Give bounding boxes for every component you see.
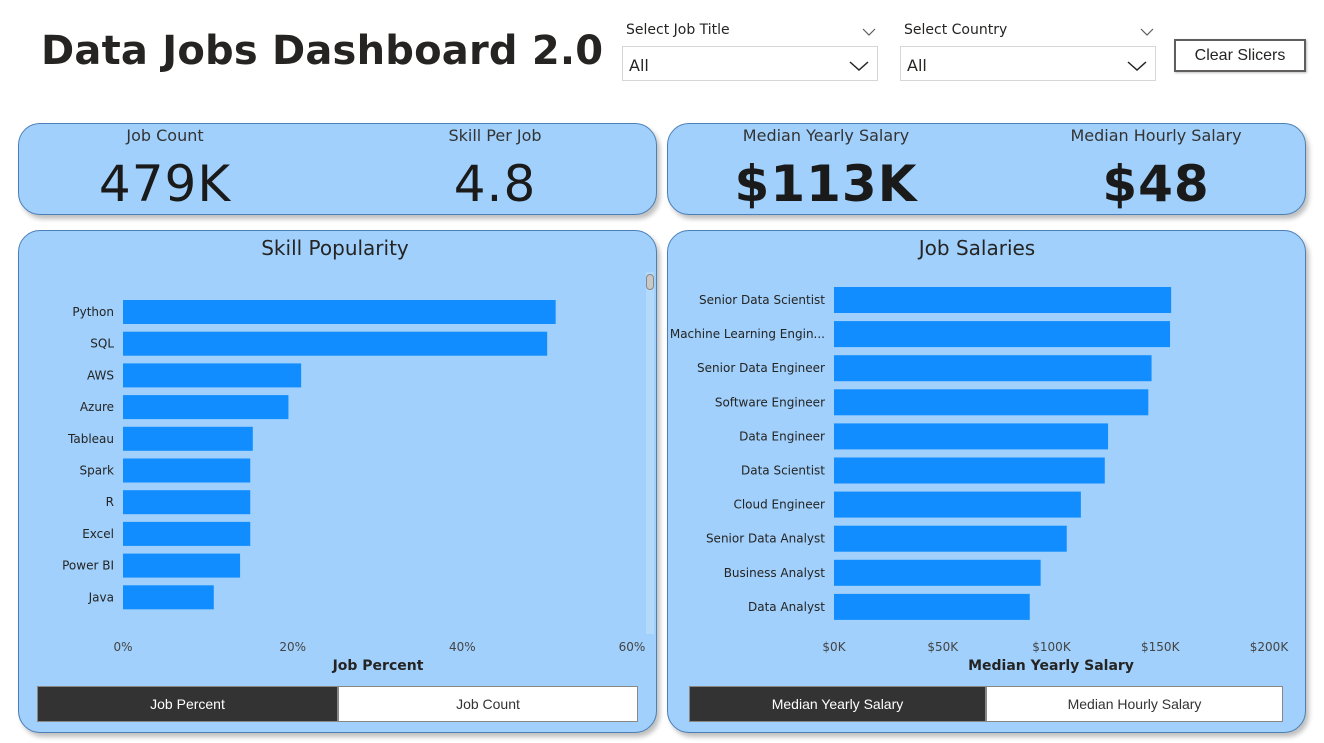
skill-per-job-label: Skill Per Job [448,126,542,145]
skill-per-job-value: 4.8 [453,155,537,213]
job-count-toggle[interactable]: Job Count [338,686,638,722]
job-count-label: Job Count [126,126,204,145]
chevron-down-icon [1127,57,1147,76]
country-dropdown-value: All [907,56,927,75]
job-title-slicer-label: Select Job Title [626,22,730,38]
job-salaries-title: Job Salaries [918,236,1036,260]
job-salaries-card [667,230,1306,733]
chevron-down-icon [849,57,869,76]
kpi-card-jobs: Job Count 479K Skill Per Job 4.8 [18,123,657,215]
kpi-card-salary: Median Yearly Salary $113K Median Hourly… [667,123,1306,215]
median-hourly-salary-label: Median Hourly Salary [1070,126,1242,145]
country-slicer-label: Select Country [904,22,1008,38]
job-title-slicer: Select Job Title All [622,20,880,82]
job-title-dropdown[interactable]: All [622,46,878,81]
job-percent-toggle[interactable]: Job Percent [37,686,338,722]
median-yearly-salary-value: $113K [734,155,918,213]
skill-chart-scrollbar-thumb[interactable] [646,274,654,290]
median-yearly-salary-label: Median Yearly Salary [742,126,910,145]
dashboard-title: Data Jobs Dashboard 2.0 [41,28,604,74]
median-hourly-salary-toggle[interactable]: Median Hourly Salary [986,686,1283,722]
median-yearly-salary-toggle[interactable]: Median Yearly Salary [689,686,986,722]
clear-slicers-button[interactable]: Clear Slicers [1174,39,1306,72]
chevron-down-icon[interactable] [862,22,876,41]
country-dropdown[interactable]: All [900,46,1156,81]
skill-popularity-card [18,230,657,733]
chevron-down-icon[interactable] [1140,22,1154,41]
job-count-value: 479K [98,155,232,213]
skill-chart-scrollbar-track[interactable] [646,272,654,634]
job-title-dropdown-value: All [629,56,649,75]
country-slicer: Select Country All [900,20,1158,82]
median-hourly-salary-value: $48 [1102,155,1210,213]
skill-popularity-title: Skill Popularity [261,236,409,260]
